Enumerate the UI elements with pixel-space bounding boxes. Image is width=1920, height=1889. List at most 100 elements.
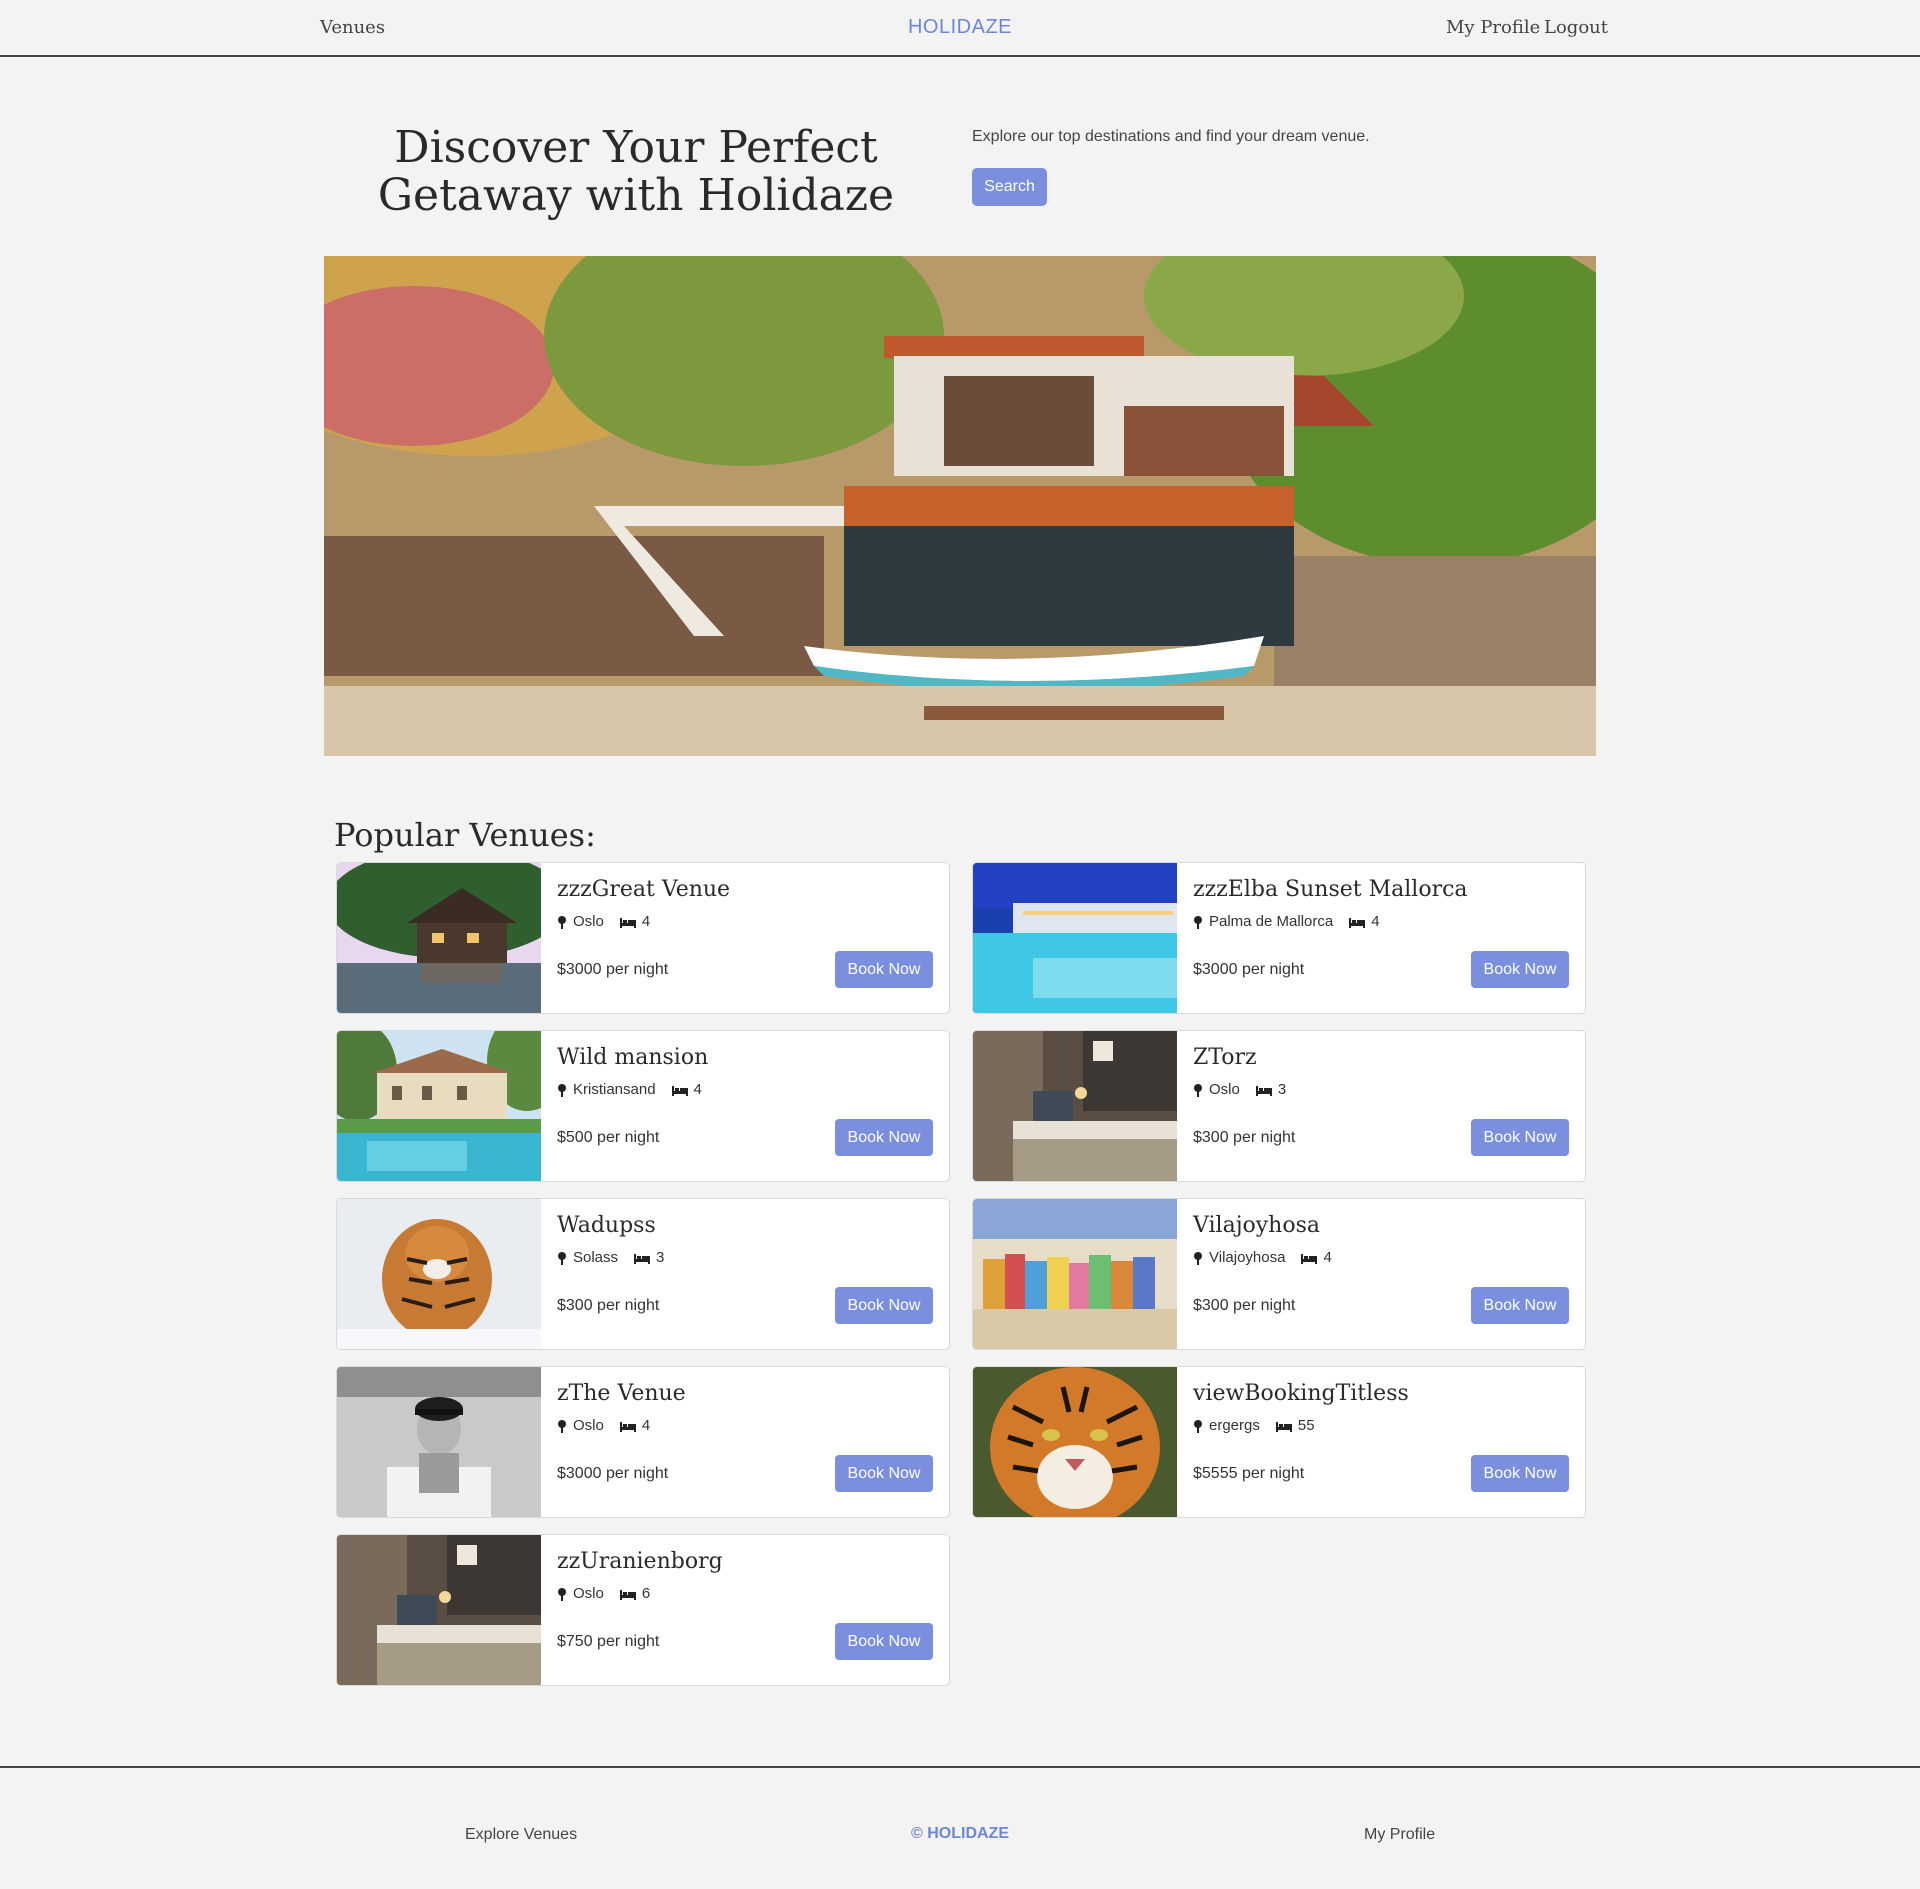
venue-price: $750 per night bbox=[557, 1633, 660, 1650]
location-pin-icon bbox=[558, 1419, 566, 1433]
location-pin-icon bbox=[558, 1587, 566, 1601]
venue-guests: 4 bbox=[693, 1081, 702, 1098]
venue-location: Vilajoyhosa bbox=[1209, 1249, 1286, 1266]
venue-location: Palma de Mallorca bbox=[1209, 913, 1334, 930]
book-now-button[interactable]: Book Now bbox=[1471, 1119, 1569, 1156]
venue-price: $3000 per night bbox=[557, 1465, 669, 1482]
venue-card[interactable]: zzzElba Sunset Mallorca Palma de Mallorc… bbox=[972, 862, 1586, 1014]
venue-meta: Solass 3 bbox=[557, 1249, 664, 1266]
venue-image-hotel-bedroom[interactable] bbox=[337, 1535, 541, 1685]
bed-icon bbox=[634, 1253, 651, 1264]
venue-guests: 4 bbox=[1323, 1249, 1332, 1266]
venue-guests: 4 bbox=[641, 1417, 651, 1434]
book-now-button[interactable]: Book Now bbox=[835, 1287, 933, 1324]
venue-guests: 3 bbox=[656, 1249, 665, 1266]
venue-card[interactable]: Wild mansion Kristiansand 4 $500 per nig… bbox=[336, 1030, 950, 1182]
venue-image-tiger-snow[interactable] bbox=[337, 1199, 541, 1349]
venue-meta: Oslo 4 bbox=[557, 1417, 650, 1434]
bed-icon bbox=[1255, 1085, 1272, 1096]
location-pin-icon bbox=[558, 915, 566, 929]
venue-meta: Vilajoyhosa 4 bbox=[1193, 1249, 1332, 1266]
venue-location: ergergs bbox=[1209, 1417, 1260, 1434]
venue-location: Oslo bbox=[573, 1417, 604, 1434]
popular-venues-heading: Popular Venues: bbox=[334, 816, 596, 854]
bed-icon bbox=[619, 1589, 636, 1600]
venue-location: Oslo bbox=[573, 1585, 604, 1602]
venue-card[interactable]: zzUranienborg Oslo 6 $750 per night Book… bbox=[336, 1534, 950, 1686]
venue-guests: 6 bbox=[641, 1585, 651, 1602]
location-pin-icon bbox=[558, 1083, 566, 1097]
site-footer: Explore Venues © HOLIDAZE My Profile bbox=[0, 1766, 1920, 1889]
venue-location: Kristiansand bbox=[573, 1081, 656, 1098]
venue-meta: Palma de Mallorca 4 bbox=[1193, 913, 1380, 930]
nav-my-profile-link[interactable]: My Profile bbox=[1446, 17, 1540, 38]
venue-guests: 4 bbox=[641, 913, 651, 930]
bed-icon bbox=[619, 917, 636, 928]
hero-description: Explore our top destinations and find yo… bbox=[972, 128, 1370, 145]
venue-price: $300 per night bbox=[557, 1297, 660, 1314]
book-now-button[interactable]: Book Now bbox=[1471, 951, 1569, 988]
venue-guests: 55 bbox=[1297, 1417, 1315, 1434]
venue-image-hotel-bedroom[interactable] bbox=[973, 1031, 1177, 1181]
book-now-button[interactable]: Book Now bbox=[1471, 1287, 1569, 1324]
venue-meta: Kristiansand 4 bbox=[557, 1081, 702, 1098]
venue-price: $3000 per night bbox=[1193, 961, 1305, 978]
nav-logout-link[interactable]: Logout bbox=[1544, 17, 1608, 38]
venue-title[interactable]: zzUranienborg bbox=[557, 1549, 723, 1574]
footer-my-profile-link[interactable]: My Profile bbox=[1364, 1826, 1435, 1844]
venue-title[interactable]: zzzElba Sunset Mallorca bbox=[1193, 877, 1468, 902]
book-now-button[interactable]: Book Now bbox=[835, 1455, 933, 1492]
venue-meta: Oslo 6 bbox=[557, 1585, 650, 1602]
venue-title[interactable]: Wadupss bbox=[557, 1213, 656, 1238]
hero-image bbox=[324, 256, 1596, 756]
venue-price: $300 per night bbox=[1193, 1129, 1296, 1146]
brand-logo[interactable]: HOLIDAZE bbox=[0, 16, 1920, 39]
venue-price: $500 per night bbox=[557, 1129, 660, 1146]
book-now-button[interactable]: Book Now bbox=[835, 1623, 933, 1660]
venue-card[interactable]: ZTorz Oslo 3 $300 per night Book Now bbox=[972, 1030, 1586, 1182]
venue-meta: ergergs 55 bbox=[1193, 1417, 1315, 1434]
bed-icon bbox=[671, 1085, 688, 1096]
footer-brand: © HOLIDAZE bbox=[910, 1825, 1009, 1842]
book-now-button[interactable]: Book Now bbox=[835, 1119, 933, 1156]
book-now-button[interactable]: Book Now bbox=[1471, 1455, 1569, 1492]
bed-icon bbox=[619, 1421, 636, 1432]
venue-card[interactable]: zThe Venue Oslo 4 $3000 per night Book N… bbox=[336, 1366, 950, 1518]
venue-image-person-bw[interactable] bbox=[337, 1367, 541, 1517]
venue-image-lake-house[interactable] bbox=[337, 863, 567, 1013]
venue-card[interactable]: Wadupss Solass 3 $300 per night Book Now bbox=[336, 1198, 950, 1350]
venue-title[interactable]: zzzGreat Venue bbox=[557, 877, 730, 902]
venue-image-colorful-town[interactable] bbox=[973, 1199, 1177, 1349]
bed-icon bbox=[1275, 1421, 1292, 1432]
book-now-button[interactable]: Book Now bbox=[835, 951, 933, 988]
venue-card[interactable]: Vilajoyhosa Vilajoyhosa 4 $300 per night… bbox=[972, 1198, 1586, 1350]
venue-image-tiger-face[interactable] bbox=[973, 1367, 1177, 1517]
venue-title[interactable]: Wild mansion bbox=[557, 1045, 708, 1070]
venue-guests: 3 bbox=[1277, 1081, 1287, 1098]
venue-image-mansion-pool[interactable] bbox=[337, 1031, 567, 1181]
location-pin-icon bbox=[1194, 1251, 1202, 1265]
venue-title[interactable]: ZTorz bbox=[1193, 1045, 1257, 1070]
venue-price: $300 per night bbox=[1193, 1297, 1296, 1314]
venue-card[interactable]: zzzGreat Venue Oslo 4 $3000 per night Bo… bbox=[336, 862, 950, 1014]
venue-guests: 4 bbox=[1371, 913, 1380, 930]
venue-title[interactable]: zThe Venue bbox=[557, 1381, 686, 1406]
venue-meta: Oslo 3 bbox=[1193, 1081, 1286, 1098]
location-pin-icon bbox=[1194, 915, 1202, 929]
site-header: Venues HOLIDAZE My Profile Logout bbox=[0, 0, 1920, 57]
venue-location: Solass bbox=[573, 1249, 619, 1266]
venue-location: Oslo bbox=[1209, 1081, 1240, 1098]
venue-card[interactable]: viewBookingTitless ergergs 55 $5555 per … bbox=[972, 1366, 1586, 1518]
hero-title: Discover Your Perfect Getaway with Holid… bbox=[377, 122, 895, 221]
location-pin-icon bbox=[558, 1251, 566, 1265]
bed-icon bbox=[1301, 1253, 1318, 1264]
venue-title[interactable]: Vilajoyhosa bbox=[1193, 1213, 1320, 1238]
venue-meta: Oslo 4 bbox=[557, 913, 650, 930]
bed-icon bbox=[1349, 917, 1366, 928]
venue-price: $5555 per night bbox=[1193, 1465, 1305, 1482]
venue-title[interactable]: viewBookingTitless bbox=[1193, 1381, 1409, 1406]
venue-location: Oslo bbox=[573, 913, 604, 930]
location-pin-icon bbox=[1194, 1419, 1202, 1433]
venue-image-resort-pool[interactable] bbox=[973, 863, 1177, 1013]
search-button[interactable]: Search bbox=[972, 168, 1047, 206]
